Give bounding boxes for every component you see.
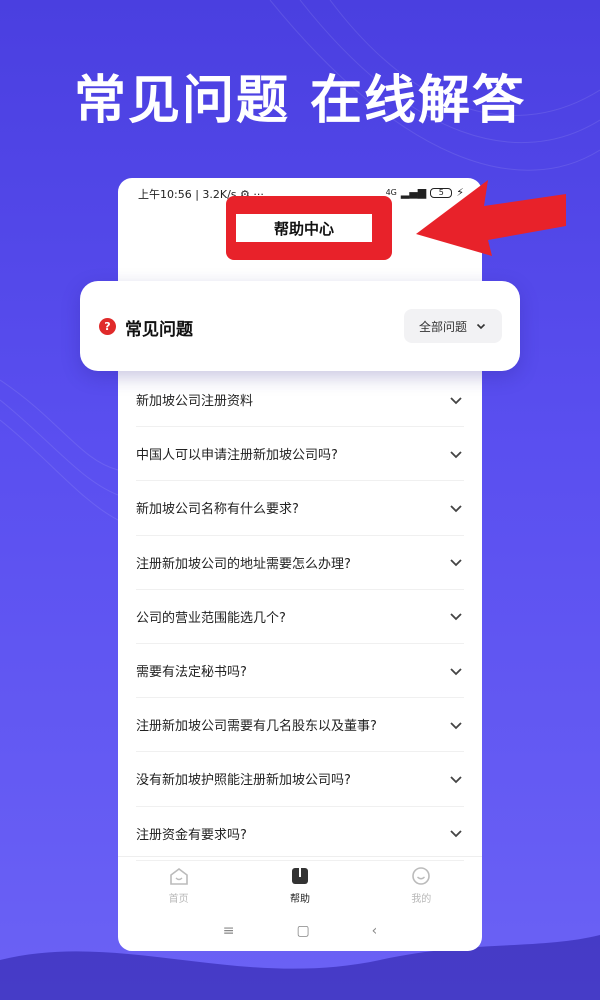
filter-dropdown-button[interactable]: 全部问题	[404, 309, 502, 343]
menu-icon[interactable]: ≡	[223, 923, 235, 939]
book-icon	[291, 868, 308, 884]
faq-item[interactable]: 注册资金有要求吗?	[136, 807, 464, 861]
home-icon	[169, 868, 188, 885]
faq-question: 没有新加坡护照能注册新加坡公司吗?	[136, 773, 351, 789]
tab-help[interactable]: 帮助	[239, 857, 360, 911]
signal-icon: 4G	[385, 188, 397, 197]
chevron-down-icon	[476, 323, 486, 330]
faq-question: 注册新加坡公司需要有几名股东以及董事?	[136, 719, 377, 735]
faq-question: 注册资金有要求吗?	[136, 827, 247, 843]
faq-list: 新加坡公司注册资料 中国人可以申请注册新加坡公司吗? 新加坡公司名称有什么要求?…	[118, 373, 482, 861]
chevron-down-icon	[450, 559, 462, 567]
faq-item[interactable]: 新加坡公司注册资料	[136, 373, 464, 428]
tab-mine[interactable]: 我的	[361, 857, 482, 911]
chevron-down-icon	[450, 830, 462, 838]
smile-icon	[412, 867, 431, 885]
faq-question: 需要有法定秘书吗?	[136, 665, 247, 681]
faq-question: 新加坡公司注册资料	[136, 394, 254, 410]
chevron-down-icon	[450, 451, 462, 459]
chevron-down-icon	[450, 505, 462, 513]
promo-headline: 常见问题 在线解答	[73, 71, 527, 131]
faq-header-card: ? 常见问题 全部问题	[80, 281, 520, 371]
red-arrow-icon	[416, 180, 566, 256]
tab-mine-label: 我的	[411, 894, 432, 905]
faq-item[interactable]: 没有新加坡护照能注册新加坡公司吗?	[136, 752, 464, 807]
page-title: 帮助中心	[236, 214, 372, 242]
chevron-down-icon	[450, 396, 462, 404]
faq-item[interactable]: 中国人可以申请注册新加坡公司吗?	[136, 427, 464, 482]
faq-card-title: 常见问题	[125, 320, 193, 340]
faq-item[interactable]: 新加坡公司名称有什么要求?	[136, 481, 464, 536]
tab-home-label: 首页	[168, 894, 189, 905]
chevron-down-icon	[450, 722, 462, 729]
chevron-down-icon	[450, 667, 462, 675]
faq-question: 公司的营业范围能选几个?	[136, 610, 286, 626]
question-icon: ?	[99, 318, 116, 335]
chevron-down-icon	[450, 613, 462, 621]
header-highlight-box: 帮助中心	[226, 196, 392, 260]
faq-item[interactable]: 需要有法定秘书吗?	[136, 644, 464, 699]
faq-question: 新加坡公司名称有什么要求?	[136, 502, 299, 518]
faq-question: 注册新加坡公司的地址需要怎么办理?	[136, 556, 351, 572]
faq-item[interactable]: 注册新加坡公司的地址需要怎么办理?	[136, 536, 464, 590]
filter-label: 全部问题	[418, 319, 467, 334]
chevron-down-icon	[450, 776, 462, 784]
tab-home[interactable]: 首页	[118, 857, 239, 911]
home-square-icon[interactable]: ▢	[296, 923, 309, 939]
tab-help-label: 帮助	[289, 894, 310, 905]
faq-item[interactable]: 公司的营业范围能选几个?	[136, 590, 464, 644]
system-nav-bar: ≡ ▢ ‹	[118, 911, 482, 951]
faq-item[interactable]: 注册新加坡公司需要有几名股东以及董事?	[136, 698, 464, 753]
faq-question: 中国人可以申请注册新加坡公司吗?	[136, 448, 338, 464]
bottom-tab-bar: 首页 帮助 我的	[118, 856, 482, 911]
back-icon[interactable]: ‹	[372, 923, 378, 939]
